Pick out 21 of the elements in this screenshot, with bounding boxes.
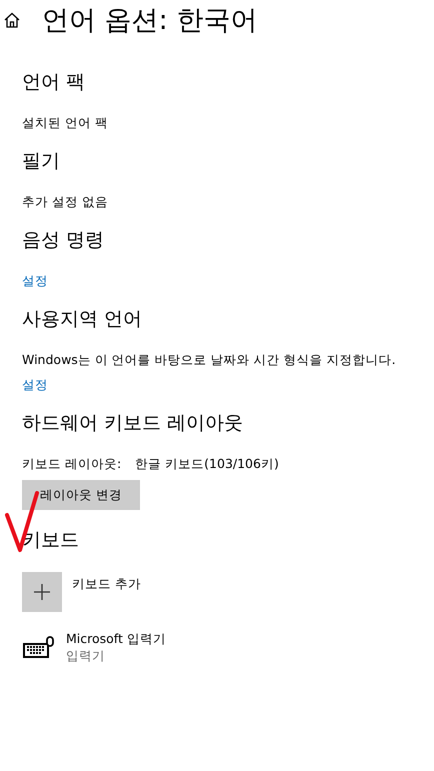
settings-link[interactable]: 설정 — [22, 376, 48, 393]
keyboard-icon — [22, 636, 56, 660]
section-heading: 필기 — [22, 149, 61, 174]
settings-link[interactable]: 설정 — [22, 272, 48, 289]
plus-icon — [34, 584, 50, 600]
keyboard-type: 입력기 — [66, 647, 106, 664]
section-heading: 키보드 — [22, 528, 80, 553]
description-text: Windows는 이 언어를 바탕으로 날짜와 시간 형식을 지정합니다. — [22, 351, 397, 368]
add-keyboard-label: 키보드 추가 — [72, 575, 141, 592]
section-heading: 음성 명령 — [22, 228, 106, 253]
section-heading: 언어 팩 — [22, 70, 86, 95]
description-text: 설치된 언어 팩 — [22, 114, 109, 131]
section-heading: 하드웨어 키보드 레이아웃 — [22, 411, 244, 436]
description-text: 추가 설정 없음 — [22, 193, 109, 210]
home-icon[interactable] — [4, 12, 20, 28]
page-title: 언어 옵션: 한국어 — [42, 4, 258, 38]
change-layout-button[interactable]: 레이아웃 변경 — [22, 480, 140, 510]
layout-value: 한글 키보드(103/106키) — [135, 455, 279, 472]
layout-label: 키보드 레이아웃: — [22, 455, 122, 472]
keyboard-name[interactable]: Microsoft 입력기 — [66, 630, 166, 647]
section-heading: 사용지역 언어 — [22, 307, 144, 332]
